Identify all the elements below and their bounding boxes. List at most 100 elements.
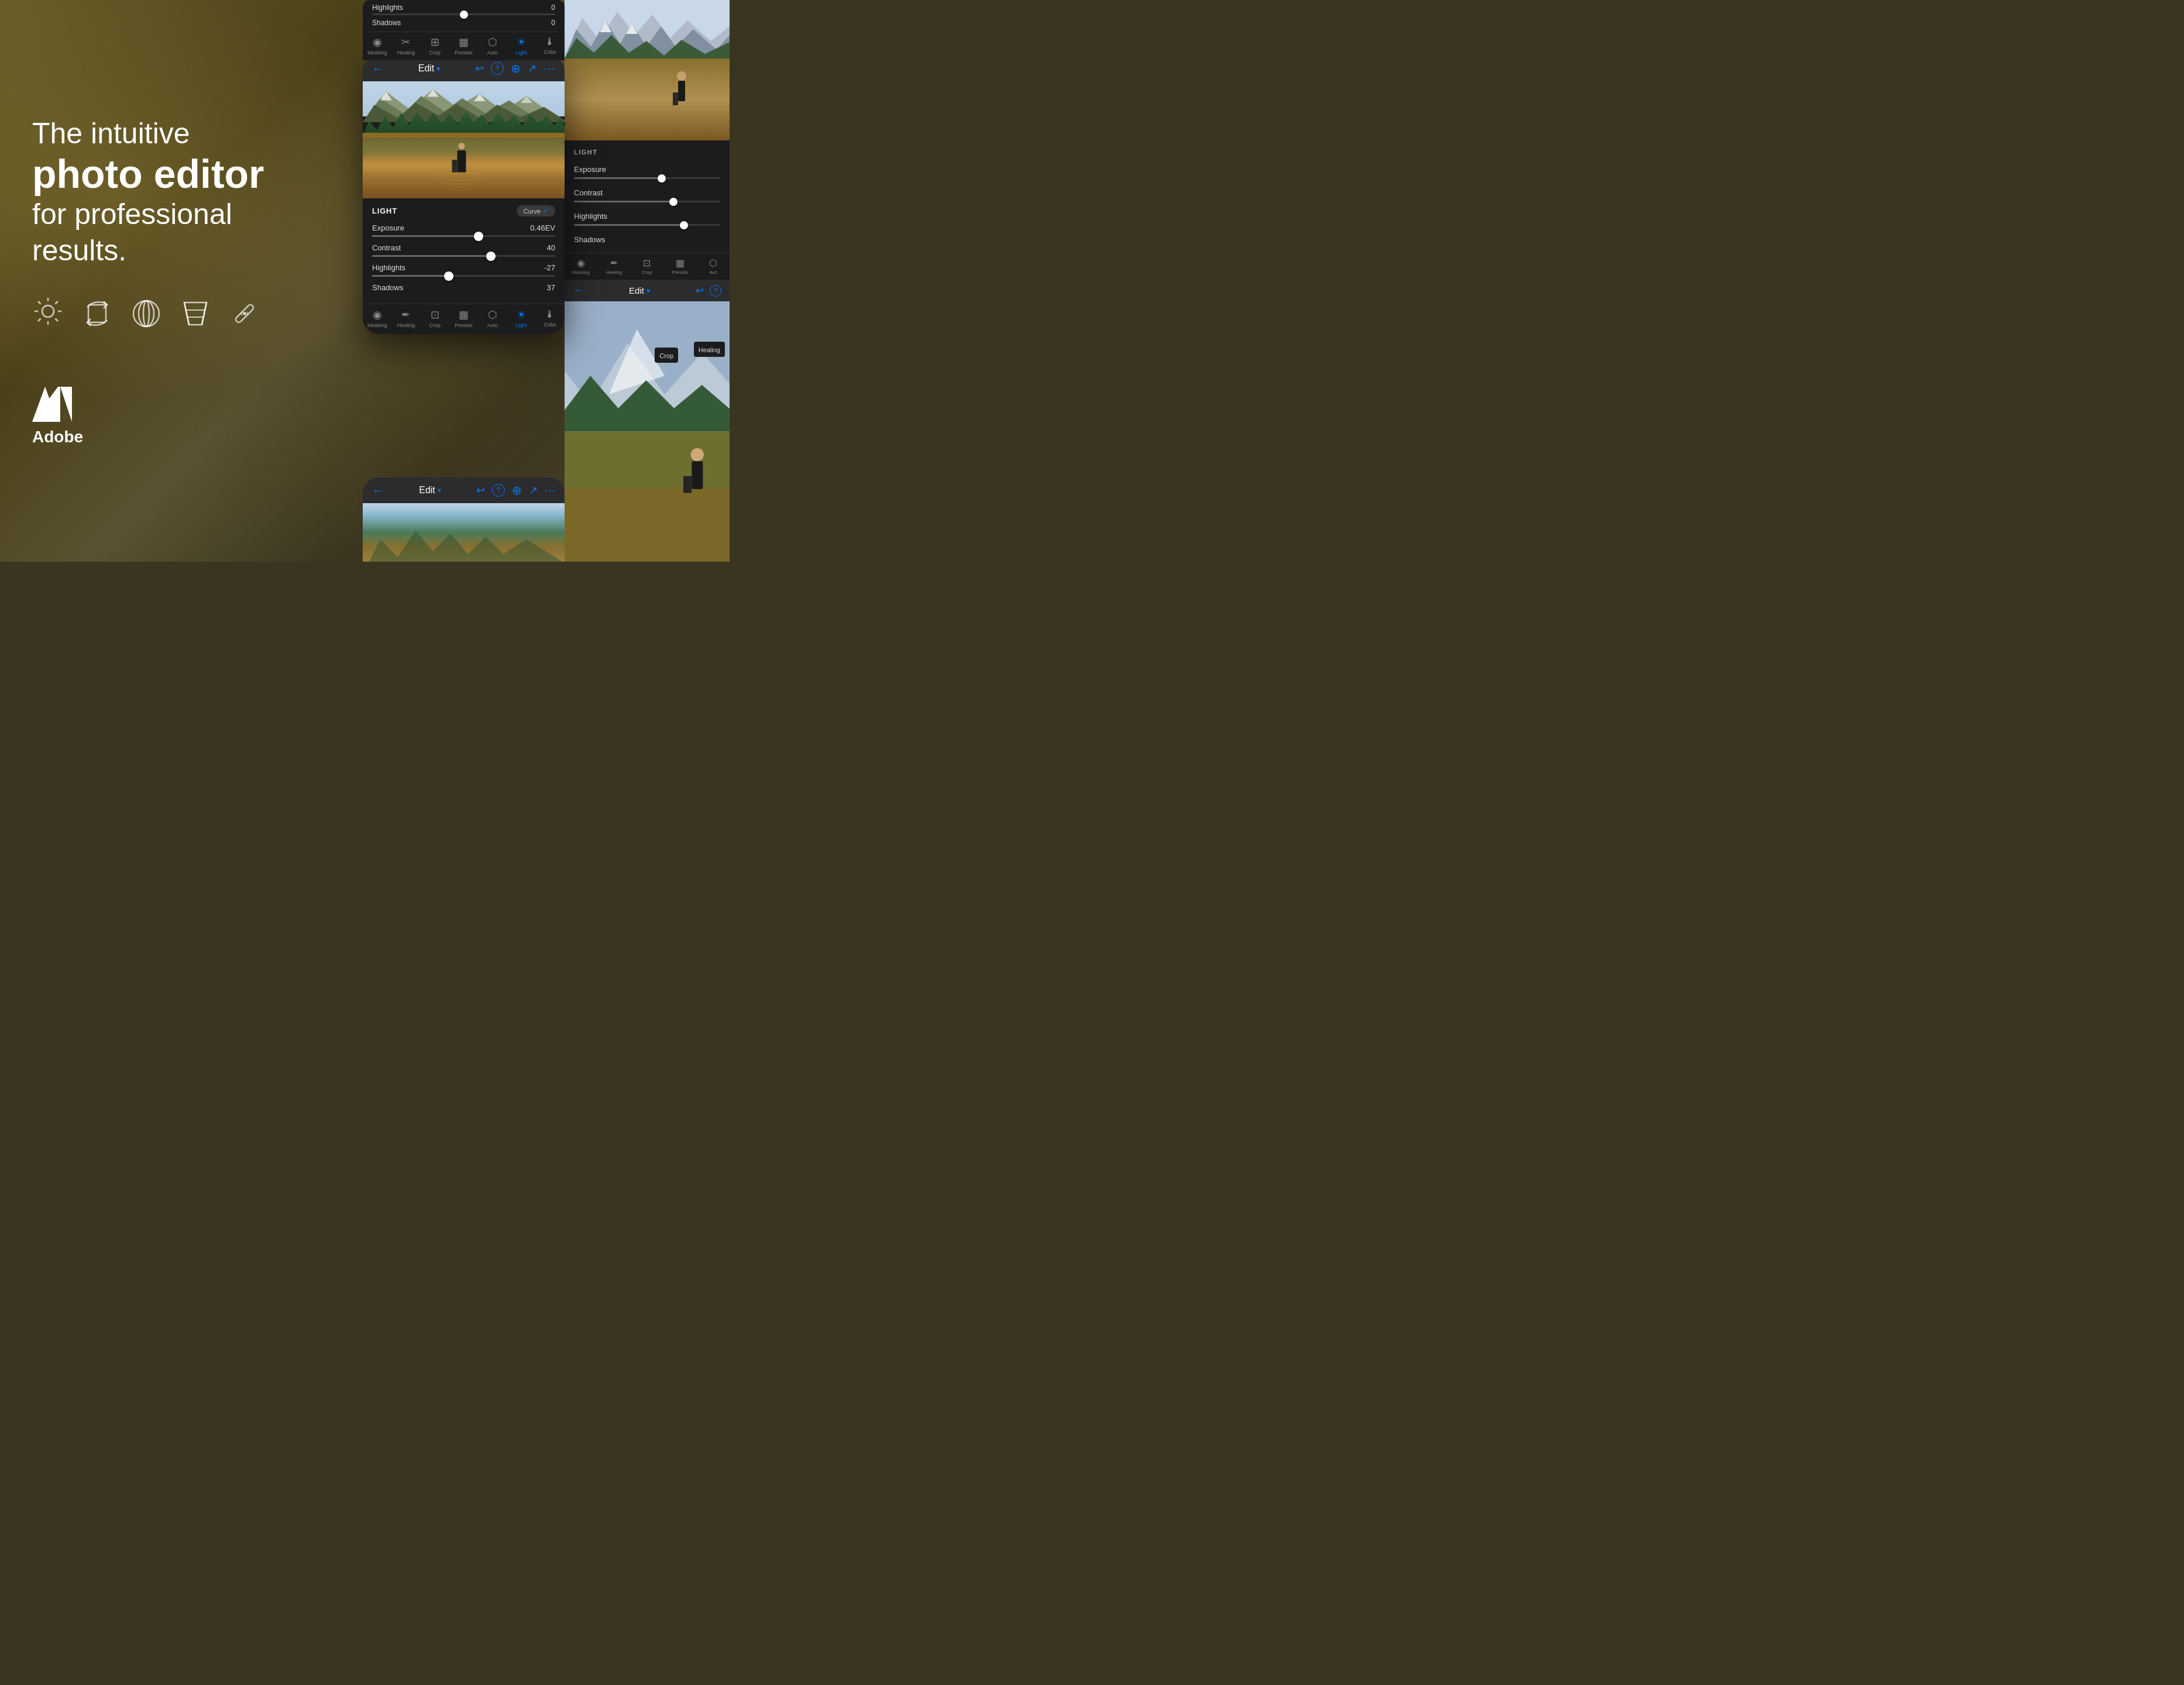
p2-undo[interactable]: ↩	[696, 284, 704, 297]
highlights-track-main[interactable]	[372, 275, 555, 277]
toolbar-color-1[interactable]: 🌡 Color	[538, 36, 562, 56]
bp-share[interactable]: ↗	[529, 484, 538, 497]
adobe-logo-mark	[32, 387, 72, 422]
phone2-topbar: ← Edit ▾ ↩ ?	[565, 280, 730, 301]
exposure-value: 0.46EV	[530, 223, 555, 232]
p2-title: Edit	[629, 286, 644, 295]
toolbar-healing-1[interactable]: ✂ Healing	[394, 36, 418, 56]
bt-light-active[interactable]: ☀ Light	[509, 308, 534, 328]
highlights-track[interactable]	[372, 13, 555, 15]
svg-rect-46	[692, 461, 703, 489]
toolbar-presets-1[interactable]: ▦ Presets	[452, 36, 475, 56]
rbt-presets[interactable]: ▦ Presets	[669, 257, 691, 275]
light-panel: LIGHT Curve ✓ Exposure 0.46EV Contrast 4…	[363, 198, 565, 304]
shadows-label-main: Shadows	[372, 283, 403, 292]
svg-point-36	[677, 71, 686, 81]
r-contrast-track[interactable]	[574, 201, 720, 202]
rbt-presets-icon: ▦	[676, 257, 685, 269]
contrast-label: Contrast	[372, 243, 401, 252]
svg-rect-47	[683, 476, 692, 493]
hero-text-container: The intuitive photo editor for professio…	[32, 115, 333, 269]
bt-color[interactable]: 🌡 Color	[538, 308, 562, 328]
right-exposure-row: Exposure	[574, 164, 720, 179]
svg-point-0	[42, 305, 54, 317]
bp-add[interactable]: ⊕	[512, 483, 522, 497]
crop-rotate-icon	[81, 298, 113, 332]
undo-icon[interactable]: ↩	[475, 62, 484, 75]
exposure-label: Exposure	[372, 223, 404, 232]
help-icon[interactable]: ?	[491, 62, 504, 75]
shadows-row: Shadows 37	[372, 283, 555, 292]
light-header-row: LIGHT Curve ✓	[372, 205, 555, 216]
light-icon-1: ☀	[517, 36, 526, 49]
svg-rect-37	[678, 81, 685, 101]
bottom-phone-topbar: ← Edit ▾ ↩ ? ⊕ ↗ ⋯	[363, 477, 565, 503]
bt-healing[interactable]: ✒ Healing	[394, 308, 418, 328]
main-phone: ← Edit ▾ ↩ ? ⊕ ↗ ⋯	[363, 56, 565, 334]
svg-point-45	[691, 448, 704, 461]
highlights-slider-row: Highlights -27	[372, 263, 555, 277]
far-right-healing-label: Healing	[694, 342, 725, 357]
svg-line-14	[202, 302, 207, 325]
bt-crop[interactable]: ⊡ Crop	[422, 308, 447, 328]
right-highlights-row: Highlights	[574, 211, 720, 226]
svg-rect-44	[565, 432, 730, 487]
svg-line-6	[56, 318, 59, 321]
color-icon-1: 🌡	[545, 36, 555, 48]
rbt-auto-icon: ⬡	[709, 257, 717, 269]
rbt-masking-icon: ◉	[577, 257, 585, 269]
share-icon[interactable]: ↗	[528, 62, 536, 75]
nav-center: Edit ▾	[418, 63, 441, 74]
rbt-auto[interactable]: ⬡ Aut	[702, 257, 724, 275]
bp-right-icons: ↩ ? ⊕ ↗ ⋯	[476, 483, 555, 497]
rbt-healing[interactable]: ✒ Healing	[603, 257, 625, 275]
right-column: LIGHT Exposure Contrast Highlights	[565, 0, 730, 562]
shadows-value-partial: 0	[551, 19, 555, 27]
bt-crop-icon: ⊡	[431, 308, 439, 321]
p2-help[interactable]: ?	[710, 285, 721, 297]
p2-chevron: ▾	[646, 287, 650, 295]
masking-icon-1: ◉	[373, 36, 382, 49]
r-exposure-track[interactable]	[574, 177, 720, 179]
vignette-icon	[130, 298, 162, 332]
bp-photo-preview	[363, 503, 565, 562]
bt-light-icon: ☀	[517, 308, 526, 321]
toolbar-auto-1[interactable]: ⬡ Auto	[481, 36, 504, 56]
bt-color-icon: 🌡	[545, 308, 555, 321]
bottom-phone-partial: ← Edit ▾ ↩ ? ⊕ ↗ ⋯	[363, 477, 565, 562]
bp-more[interactable]: ⋯	[545, 484, 555, 497]
back-arrow-icon[interactable]: ←	[372, 62, 384, 75]
grid-perspective-icon	[180, 298, 211, 332]
r-highlights-track[interactable]	[574, 224, 720, 226]
p2-back[interactable]: ←	[573, 284, 583, 297]
bp-title: Edit	[419, 485, 435, 496]
bp-undo[interactable]: ↩	[476, 484, 485, 497]
r-contrast-label: Contrast	[574, 188, 603, 197]
bt-presets[interactable]: ▦ Presets	[451, 308, 476, 328]
exposure-track[interactable]	[372, 235, 555, 237]
bp-help[interactable]: ?	[492, 484, 505, 497]
rbt-masking[interactable]: ◉ Masking	[570, 257, 592, 275]
bottom-toolbar-main: ◉ Masking ✒ Healing ⊡ Crop ▦ Presets ⬡ A…	[363, 304, 565, 334]
svg-rect-38	[673, 92, 678, 105]
curve-button[interactable]: Curve ✓	[517, 205, 555, 216]
bt-auto[interactable]: ⬡ Auto	[480, 308, 505, 328]
svg-line-8	[38, 318, 41, 321]
adobe-brand-name: Adobe	[32, 428, 333, 446]
presets-icon-1: ▦	[459, 36, 469, 49]
toolbar-crop-1[interactable]: ⊞ Crop	[423, 36, 446, 56]
highlights-value-main: -27	[544, 263, 555, 272]
bt-masking[interactable]: ◉ Masking	[365, 308, 390, 328]
add-icon[interactable]: ⊕	[511, 61, 521, 75]
rbt-crop-icon: ⊡	[643, 257, 651, 269]
bp-back[interactable]: ←	[372, 484, 384, 497]
rbt-crop[interactable]: ⊡ Crop	[636, 257, 658, 275]
bt-healing-icon: ✒	[401, 308, 410, 321]
bp-chevron: ▾	[438, 486, 441, 494]
more-icon[interactable]: ⋯	[544, 61, 555, 75]
contrast-track[interactable]	[372, 255, 555, 257]
healing-icon-1: ✂	[401, 36, 410, 49]
toolbar-masking-1[interactable]: ◉ Masking	[366, 36, 389, 56]
svg-point-18	[243, 312, 246, 315]
toolbar-light-1-active[interactable]: ☀ Light	[510, 36, 533, 56]
